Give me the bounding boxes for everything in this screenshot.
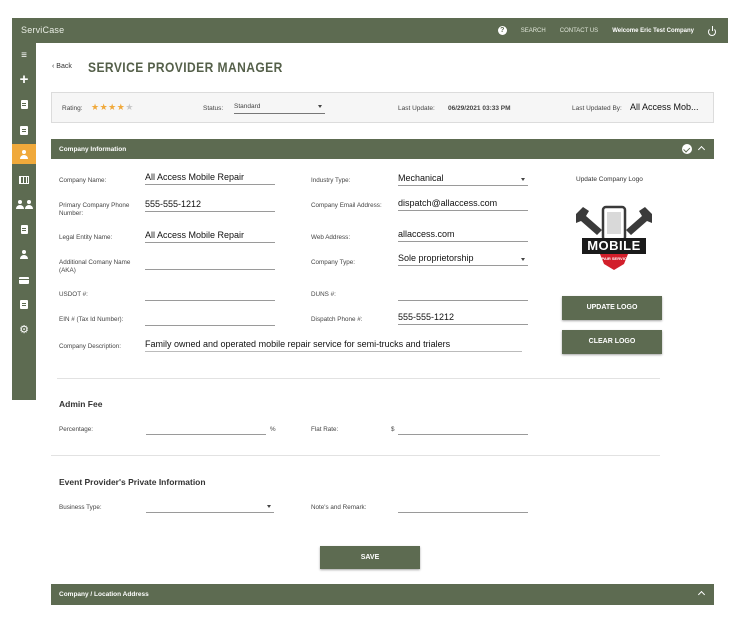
caret-down-icon — [521, 258, 525, 261]
help-icon[interactable]: ? — [497, 26, 507, 35]
last-updated-by-value: All Access Mob... — [630, 102, 699, 112]
description-label: Company Description: — [59, 343, 121, 350]
user-settings-icon[interactable] — [12, 244, 36, 264]
card-icon[interactable] — [12, 270, 36, 290]
company-type-label: Company Type: — [311, 259, 355, 266]
top-nav: ? SEARCH CONTACT US Welcome Eric Test Co… — [497, 18, 716, 43]
divider — [51, 455, 660, 456]
star-icon[interactable]: ★ — [108, 102, 117, 112]
industry-type-value: Mechanical — [398, 173, 444, 183]
welcome-text: Welcome Eric Test Company — [612, 27, 694, 34]
company-type-select[interactable]: Sole proprietorship — [398, 253, 528, 266]
chevron-up-icon[interactable] — [697, 590, 706, 599]
aka-label: Additional Comany Name (AKA) — [59, 259, 131, 274]
email-label: Company Email Address: — [311, 202, 382, 209]
dollar-unit: $ — [391, 426, 395, 433]
caret-down-icon — [521, 178, 525, 181]
billing-icon[interactable] — [12, 219, 36, 239]
last-updated-by-label: Last Updated By: — [572, 105, 622, 112]
business-type-label: Business Type: — [59, 504, 102, 511]
flat-rate-label: Flat Rate: — [311, 426, 339, 433]
logo-tagline: REPAIR SERVICES — [595, 256, 633, 261]
usdot-input[interactable] — [145, 288, 275, 301]
section-title: Company / Location Address — [59, 591, 149, 598]
notebook-icon[interactable] — [12, 294, 36, 314]
private-info-title: Event Provider's Private Information — [59, 477, 206, 487]
email-input[interactable]: dispatch@allaccess.com — [398, 198, 528, 211]
location-address-header[interactable]: Company / Location Address — [51, 584, 714, 605]
calendar-icon[interactable] — [12, 170, 36, 190]
menu-icon[interactable]: ≡ — [12, 45, 36, 65]
last-update-value: 06/29/2021 03:33 PM — [448, 105, 511, 112]
update-logo-button[interactable]: UPDATE LOGO — [562, 296, 662, 320]
web-address-label: Web Address: — [311, 234, 351, 241]
description-input[interactable]: Family owned and operated mobile repair … — [145, 339, 522, 352]
document-icon[interactable] — [12, 94, 36, 114]
industry-type-select[interactable]: Mechanical — [398, 173, 528, 186]
status-label: Status: — [203, 105, 224, 112]
usdot-label: USDOT #: — [59, 291, 88, 298]
legal-entity-input[interactable]: All Access Mobile Repair — [145, 230, 275, 243]
rating-label: Rating: — [62, 105, 83, 112]
user-icon[interactable] — [12, 144, 36, 164]
legal-entity-label: Legal Entity Name: — [59, 234, 113, 241]
star-icon[interactable]: ★ — [91, 102, 100, 112]
brand-logo[interactable]: ServiCase — [21, 25, 64, 35]
percentage-input[interactable] — [146, 422, 266, 435]
ein-label: EIN # (Tax Id Number): — [59, 316, 124, 323]
caret-down-icon — [318, 105, 322, 108]
dispatch-phone-input[interactable]: 555-555-1212 — [398, 312, 528, 325]
logo-word: MOBILE — [587, 238, 641, 253]
caret-down-icon — [267, 505, 271, 508]
primary-phone-input[interactable]: 555-555-1212 — [145, 199, 275, 212]
ein-input[interactable] — [145, 313, 275, 326]
plus-icon[interactable]: + — [12, 69, 36, 89]
company-name-label: Company Name: — [59, 177, 107, 184]
percentage-label: Percentage: — [59, 426, 93, 433]
percent-unit: % — [270, 426, 276, 433]
web-address-input[interactable]: allaccess.com — [398, 229, 528, 242]
duns-label: DUNS #: — [311, 291, 336, 298]
company-information-header[interactable]: Company Information — [51, 139, 714, 159]
status-select[interactable]: Standard — [234, 102, 325, 114]
users-icon[interactable] — [12, 194, 36, 214]
last-update-label: Last Update: — [398, 105, 435, 112]
gear-icon[interactable]: ⚙ — [12, 319, 36, 339]
company-type-value: Sole proprietorship — [398, 253, 474, 263]
power-icon[interactable] — [708, 25, 716, 36]
dispatch-phone-label: Dispatch Phone #: — [311, 316, 363, 323]
industry-type-label: Industry Type: — [311, 177, 351, 184]
certificate-icon[interactable] — [12, 120, 36, 140]
top-bar: ServiCase ? SEARCH CONTACT US Welcome Er… — [12, 18, 728, 43]
admin-fee-title: Admin Fee — [59, 399, 103, 409]
company-name-input[interactable]: All Access Mobile Repair — [145, 172, 275, 185]
notes-input[interactable] — [398, 500, 528, 513]
page-title: SERVICE PROVIDER MANAGER — [88, 59, 283, 75]
check-circle-icon — [682, 144, 692, 154]
chevron-left-icon: ‹ — [52, 63, 55, 70]
info-bar: Rating: ★★★★★ Status: Standard Last Upda… — [51, 92, 714, 123]
primary-phone-label: Primary Company Phone Number: — [59, 202, 130, 217]
rating-stars[interactable]: ★★★★★ — [91, 102, 134, 113]
sidebar: ≡ + ⚙ — [12, 43, 36, 400]
search-link[interactable]: SEARCH — [521, 28, 546, 34]
notes-label: Note's and Remark: — [311, 504, 367, 511]
status-value: Standard — [234, 103, 261, 110]
clear-logo-button[interactable]: CLEAR LOGO — [562, 330, 662, 354]
back-link[interactable]: ‹ Back — [52, 63, 72, 70]
contact-us-link[interactable]: CONTACT US — [560, 28, 598, 34]
duns-input[interactable] — [398, 288, 528, 301]
star-icon[interactable]: ★ — [125, 102, 134, 112]
company-logo: MOBILE REPAIR SERVICES — [572, 202, 656, 278]
business-type-select[interactable] — [146, 500, 274, 513]
flat-rate-input[interactable] — [398, 422, 528, 435]
save-button[interactable]: SAVE — [320, 546, 420, 569]
back-label: Back — [56, 63, 72, 70]
chevron-up-icon[interactable] — [697, 145, 706, 154]
star-icon[interactable]: ★ — [100, 102, 109, 112]
aka-input[interactable] — [145, 257, 275, 270]
update-company-logo-label: Update Company Logo — [576, 176, 643, 183]
section-title: Company Information — [59, 146, 127, 153]
divider — [57, 378, 660, 379]
